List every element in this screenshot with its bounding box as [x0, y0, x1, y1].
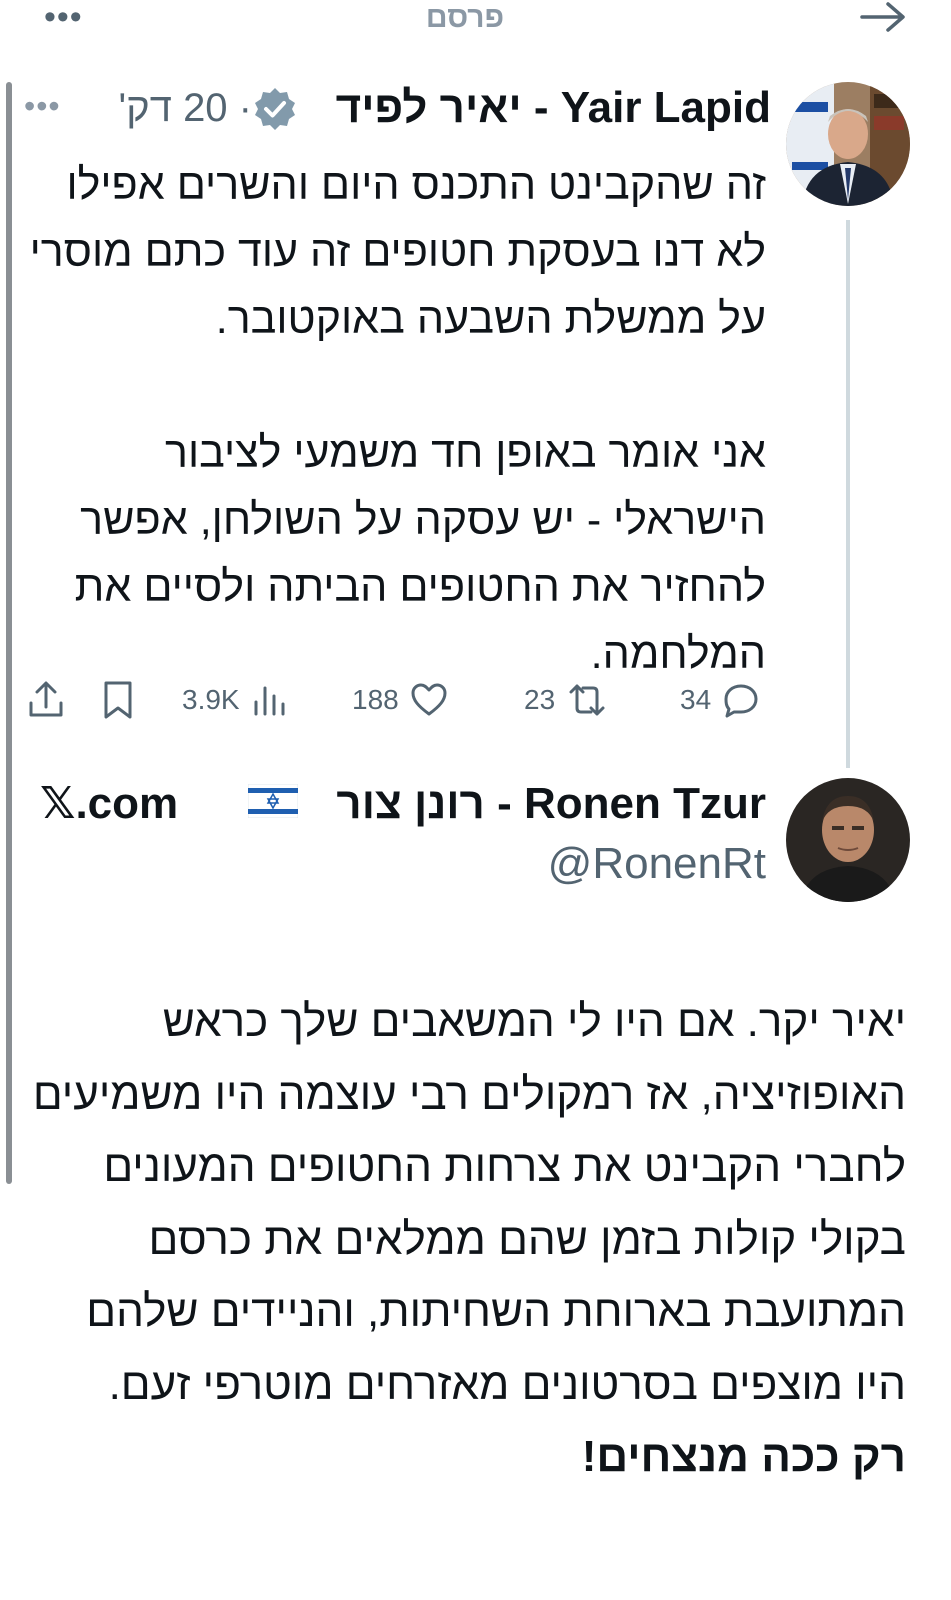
- share-icon: [26, 679, 66, 721]
- share-button[interactable]: [26, 678, 66, 722]
- post-paragraph: זה שהקבינט התכנס היום והשרים אפילו לא דנ…: [29, 161, 766, 343]
- quoted-handle[interactable]: @RonenRt: [548, 838, 766, 890]
- views-count: 3.9K: [182, 684, 240, 715]
- repost-icon: [565, 680, 609, 720]
- post-button-label[interactable]: פרסם: [380, 0, 550, 36]
- views-button[interactable]: 3.9K: [182, 678, 288, 722]
- bookmark-button[interactable]: [100, 678, 136, 722]
- verified-badge-icon: [252, 86, 298, 132]
- post-timestamp[interactable]: · 20 דק': [70, 82, 252, 134]
- israel-flag-icon: [247, 783, 299, 819]
- heart-icon: [409, 680, 449, 720]
- reply-count: 34: [680, 684, 712, 715]
- quoted-emphasis: רק ככה מנצחים!: [581, 1432, 906, 1481]
- post-paragraph: אני אומר באופן חד משמעי לציבור הישראלי -…: [74, 429, 766, 678]
- more-horizontal-icon[interactable]: •••: [24, 86, 61, 126]
- avatar-ronen-tzur[interactable]: [786, 778, 910, 902]
- more-options-icon[interactable]: •••: [44, 0, 83, 34]
- avatar-yair-lapid[interactable]: [786, 82, 910, 206]
- source-label[interactable]: 𝕏.com: [40, 778, 178, 830]
- repost-count: 23: [524, 684, 556, 715]
- like-button[interactable]: 188: [352, 678, 449, 722]
- repost-button[interactable]: 23: [524, 678, 609, 722]
- reply-icon: [721, 680, 761, 720]
- like-count: 188: [352, 684, 399, 715]
- display-name[interactable]: Yair Lapid - יאיר לפיד: [336, 82, 771, 134]
- analytics-icon: [252, 680, 288, 720]
- reply-button[interactable]: 34: [680, 678, 761, 722]
- quoted-paragraph: יאיר יקר. אם היו לי המשאבים שלך כראש האו…: [32, 997, 906, 1409]
- bookmark-icon: [100, 679, 136, 721]
- arrow-right-icon[interactable]: [858, 0, 910, 34]
- quoted-display-name[interactable]: Ronen Tzur - רונן צור: [336, 778, 766, 830]
- post-text: זה שהקבינט התכנס היום והשרים אפילו לא דנ…: [6, 152, 766, 688]
- quoted-post-text: יאיר יקר. אם היו לי המשאבים שלך כראש האו…: [26, 986, 906, 1494]
- thread-connector-line: [846, 220, 850, 768]
